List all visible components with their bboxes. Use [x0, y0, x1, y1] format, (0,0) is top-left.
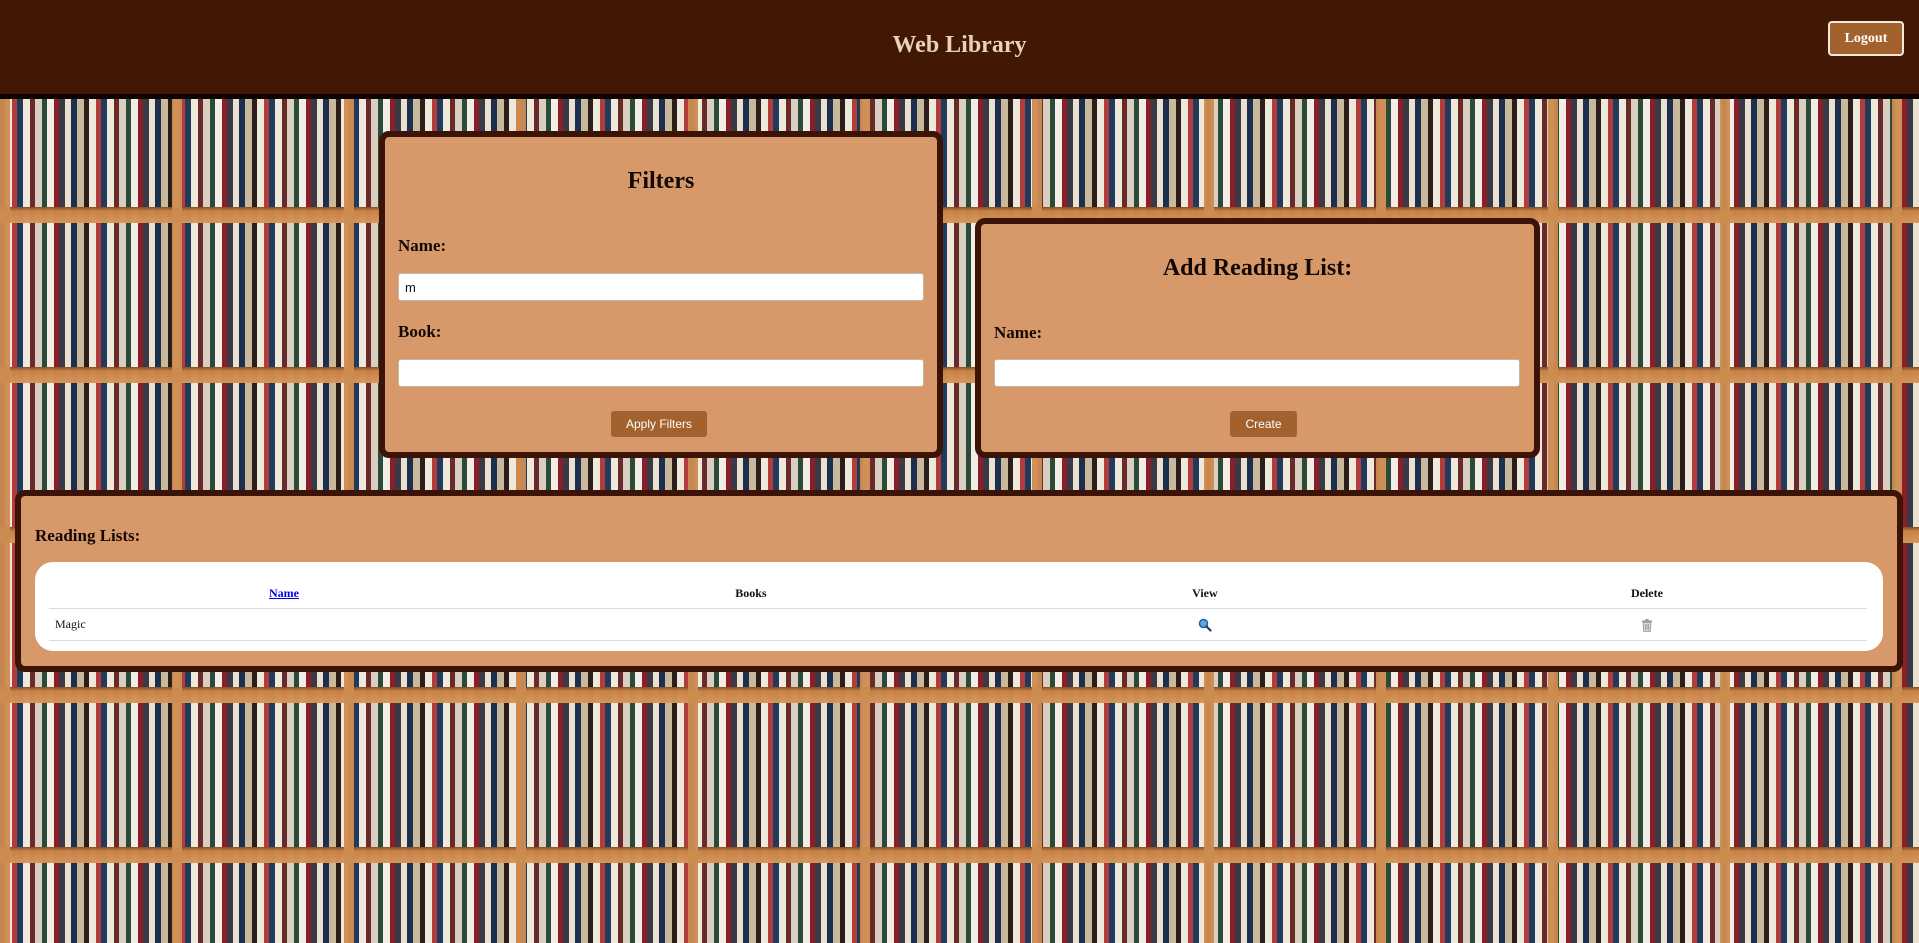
- sort-by-name-link[interactable]: Name: [269, 586, 299, 600]
- table-row: Magic: [49, 608, 1867, 641]
- apply-filters-button[interactable]: Apply Filters: [611, 411, 707, 437]
- logout-button[interactable]: Logout: [1828, 21, 1904, 56]
- delete-cell: [1426, 608, 1867, 641]
- app-title: Web Library: [892, 32, 1027, 58]
- filter-book-input[interactable]: [398, 359, 924, 387]
- reading-lists-card: Name Books View Delete Magic: [35, 562, 1883, 651]
- create-button[interactable]: Create: [1230, 411, 1297, 437]
- trash-icon[interactable]: [1641, 617, 1653, 632]
- column-header-books: Books: [518, 578, 983, 609]
- column-header-name[interactable]: Name: [49, 578, 519, 609]
- column-header-view: View: [982, 578, 1427, 609]
- app-header: Web Library Logout: [0, 0, 1919, 99]
- reading-lists-table: Name Books View Delete Magic: [49, 578, 1867, 641]
- new-list-name-label: Name:: [994, 323, 1043, 342]
- filter-name-label: Name:: [398, 236, 447, 255]
- add-reading-list-title: Add Reading List:: [1162, 255, 1353, 281]
- view-cell: [982, 608, 1427, 641]
- list-books-cell: [518, 608, 983, 641]
- reading-lists-title: Reading Lists:: [35, 526, 141, 545]
- new-list-name-input[interactable]: [994, 359, 1520, 387]
- filter-name-input[interactable]: [398, 273, 924, 301]
- magnifier-icon[interactable]: [1198, 617, 1212, 632]
- filters-title: Filters: [627, 168, 695, 194]
- column-header-delete: Delete: [1426, 578, 1867, 609]
- filters-panel: Filters Name: Book: Apply Filters: [379, 131, 943, 458]
- table-header-row: Name Books View Delete: [49, 578, 1867, 609]
- add-reading-list-panel: Add Reading List: Name: Create: [975, 218, 1540, 458]
- list-name-cell: Magic: [49, 608, 519, 641]
- filter-book-label: Book:: [398, 322, 442, 341]
- reading-lists-panel: Reading Lists: Name Books View Delete Ma…: [15, 490, 1903, 672]
